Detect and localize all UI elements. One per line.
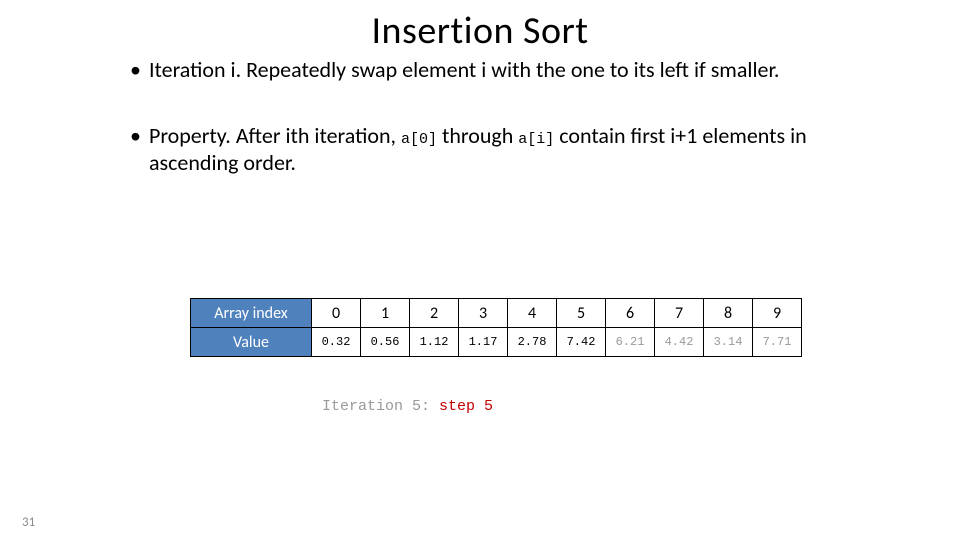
page-title: Insertion Sort [0, 8, 960, 54]
iteration-pre: Iteration 5: [322, 398, 439, 415]
page-number: 31 [22, 515, 35, 530]
val-cell: 4.42 [655, 328, 704, 357]
val-cell: 0.56 [361, 328, 410, 357]
idx-cell: 0 [312, 299, 361, 328]
idx-cell: 3 [459, 299, 508, 328]
idx-cell: 2 [410, 299, 459, 328]
val-cell: 2.78 [508, 328, 557, 357]
value-row: Value 0.32 0.56 1.12 1.17 2.78 7.42 6.21… [191, 328, 802, 357]
idx-cell: 9 [753, 299, 802, 328]
bullet-mark: • [130, 56, 141, 84]
val-cell: 1.12 [410, 328, 459, 357]
bullet-1-text: Iteration i. Repeatedly swap element i w… [149, 56, 850, 84]
code-a0: a[0] [401, 131, 437, 148]
bullet-mark: • [130, 122, 141, 177]
idx-cell: 1 [361, 299, 410, 328]
val-cell: 3.14 [704, 328, 753, 357]
iteration-step: step 5 [439, 398, 493, 415]
bullet-1: • Iteration i. Repeatedly swap element i… [130, 56, 850, 84]
code-ai: a[i] [518, 131, 554, 148]
val-cell: 1.17 [459, 328, 508, 357]
val-cell: 6.21 [606, 328, 655, 357]
val-cell: 7.71 [753, 328, 802, 357]
iteration-label: Iteration 5: step 5 [322, 398, 493, 415]
array-table: Array index 0 1 2 3 4 5 6 7 8 9 Value 0.… [190, 298, 802, 357]
idx-cell: 5 [557, 299, 606, 328]
idx-cell: 4 [508, 299, 557, 328]
index-row: Array index 0 1 2 3 4 5 6 7 8 9 [191, 299, 802, 328]
content-block: • Iteration i. Repeatedly swap element i… [130, 56, 850, 215]
bullet-2-mid: through [437, 122, 518, 149]
value-row-label: Value [191, 328, 312, 357]
val-cell: 0.32 [312, 328, 361, 357]
bullet-2: • Property. After ith iteration, a[0] th… [130, 122, 850, 177]
idx-cell: 7 [655, 299, 704, 328]
val-cell: 7.42 [557, 328, 606, 357]
idx-cell: 6 [606, 299, 655, 328]
bullet-2-pre: Property. After ith iteration, [149, 122, 401, 149]
idx-cell: 8 [704, 299, 753, 328]
bullet-2-text: Property. After ith iteration, a[0] thro… [149, 122, 850, 177]
index-row-label: Array index [191, 299, 312, 328]
